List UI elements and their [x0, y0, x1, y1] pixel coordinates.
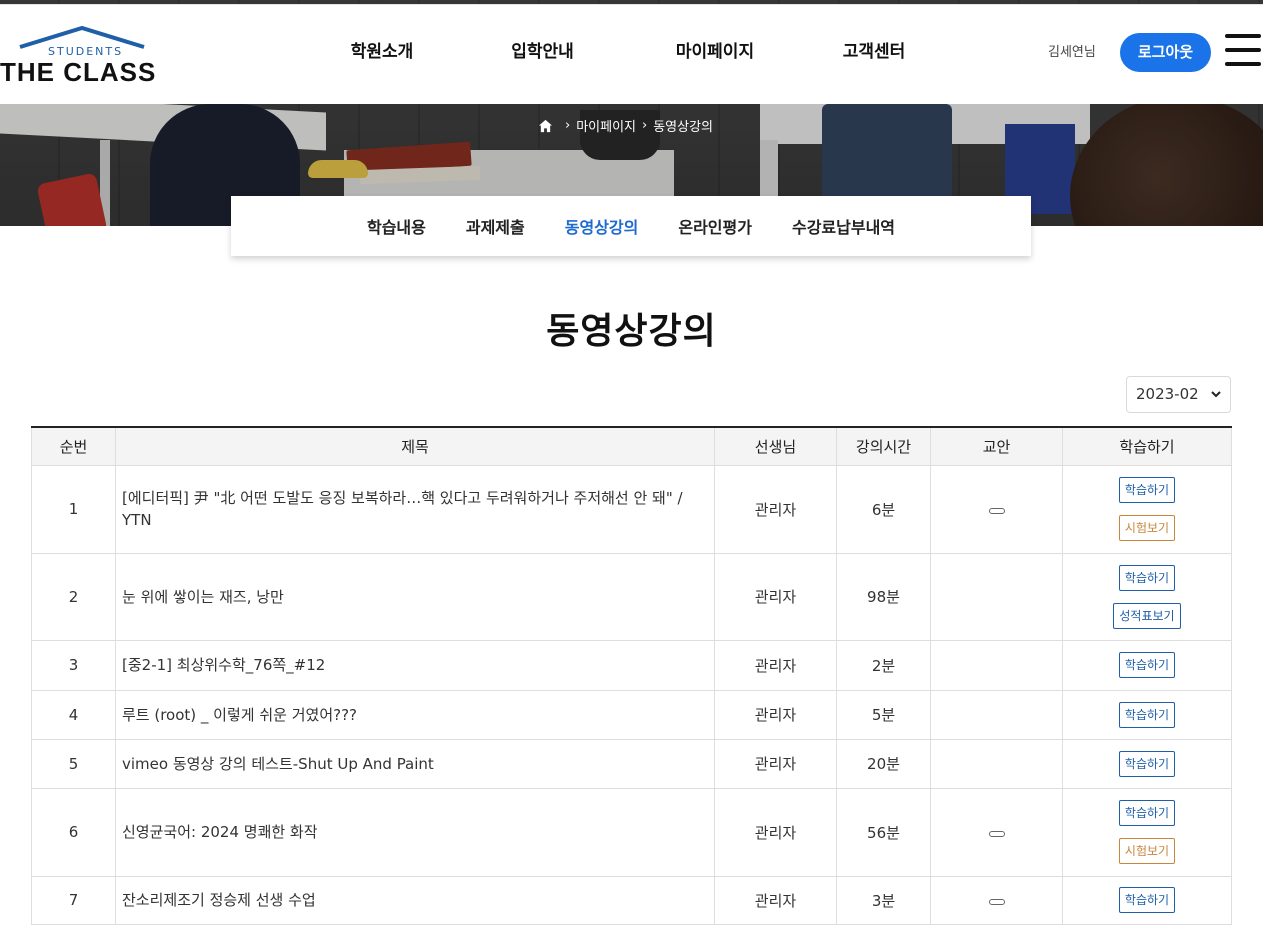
study-button[interactable]: 학습하기 [1118, 750, 1176, 777]
study-button[interactable]: 학습하기 [1118, 564, 1176, 591]
logout-button[interactable]: 로그아웃 [1120, 33, 1211, 72]
row-teacher: 관리자 [714, 787, 837, 877]
lesson-plan-icon[interactable] [988, 899, 1005, 905]
nav-item-admission[interactable]: 입학안내 [464, 5, 621, 105]
col-header-no: 순번 [31, 426, 116, 466]
row-plan [930, 738, 1063, 789]
breadcrumb: › 마이페이지 › 동영상강의 [538, 116, 713, 135]
row-plan [930, 464, 1063, 554]
tab-learning-content[interactable]: 학습내용 [367, 214, 426, 238]
table-row: 1 [에디터픽] 尹 "北 어떤 도발도 응징 보복하라…핵 있다고 두려워하거나… [31, 464, 1232, 554]
row-plan [930, 787, 1063, 877]
row-no: 4 [31, 689, 116, 740]
study-button[interactable]: 학습하기 [1118, 800, 1176, 826]
col-header-plan: 교안 [930, 426, 1063, 466]
exam-button[interactable]: 시험보기 [1118, 838, 1176, 864]
row-no: 2 [31, 552, 116, 641]
row-title: [에디터픽] 尹 "北 어떤 도발도 응징 보복하라…핵 있다고 두려워하거나 … [115, 464, 715, 554]
lesson-plan-icon[interactable] [988, 508, 1005, 514]
row-actions: 학습하기 [1062, 875, 1232, 925]
tab-assignment[interactable]: 과제제출 [466, 214, 525, 238]
row-no: 3 [31, 639, 116, 691]
breadcrumb-item-mypage[interactable]: 마이페이지 [576, 116, 636, 135]
page-title-wrap: 동영상강의 [0, 302, 1263, 354]
breadcrumb-item-current[interactable]: 동영상강의 [653, 116, 713, 135]
row-plan [930, 639, 1063, 691]
table-row: 2눈 위에 쌓이는 재즈, 낭만 관리자 98분 학습하기성적표보기 [31, 552, 1232, 641]
table-row: 6 신영균국어: 2024 명쾌한 화작 관리자 56분 학습하기시험보기 [31, 787, 1232, 877]
username: 김세연님 [1048, 45, 1096, 60]
site-header: STUDENTS THE CLASS 학원소개 입학안내 마이페이지 고객센터 … [0, 4, 1263, 104]
table-row: 4 루트 (root) _ 이렇게 쉬운 거였어??? 관리자 5분 학습하기 [31, 689, 1232, 740]
row-time: 6분 [836, 464, 931, 554]
row-time: 20분 [836, 738, 931, 789]
row-actions: 학습하기성적표보기 [1062, 552, 1232, 641]
month-select-value: 2023-02 [1136, 385, 1199, 403]
menu-icon[interactable] [1225, 34, 1261, 66]
row-time: 98분 [836, 552, 931, 641]
col-header-title: 제목 [115, 426, 715, 466]
site-logo[interactable]: STUDENTS THE CLASS [0, 23, 170, 93]
row-teacher: 관리자 [714, 689, 837, 740]
row-teacher: 관리자 [714, 738, 837, 789]
study-button[interactable]: 학습하기 [1118, 887, 1176, 913]
row-actions: 학습하기시험보기 [1062, 464, 1232, 554]
row-title: 신영균국어: 2024 명쾌한 화작 [115, 787, 715, 877]
page-title: 동영상강의 [546, 302, 717, 354]
row-plan [930, 689, 1063, 740]
row-time: 2분 [836, 639, 931, 691]
nav-item-mypage[interactable]: 마이페이지 [621, 5, 809, 105]
row-teacher: 관리자 [714, 464, 837, 554]
row-actions: 학습하기 [1062, 689, 1232, 740]
main-nav: 학원소개 입학안내 마이페이지 고객센터 [300, 5, 939, 105]
chevron-right-icon: › [642, 118, 648, 133]
row-plan [930, 875, 1063, 925]
logo-brand: THE CLASS [0, 57, 157, 87]
table-header-row: 순번 제목 선생님 강의시간 교안 학습하기 [31, 426, 1232, 466]
tab-payment-history[interactable]: 수강료납부내역 [792, 214, 895, 238]
row-title: 눈 위에 쌓이는 재즈, 낭만 [115, 552, 715, 641]
row-no: 6 [31, 787, 116, 877]
month-select[interactable]: 2023-02 [1126, 376, 1231, 413]
nav-item-support[interactable]: 고객센터 [809, 5, 939, 105]
exam-button[interactable]: 시험보기 [1118, 515, 1176, 541]
row-title: 루트 (root) _ 이렇게 쉬운 거였어??? [115, 689, 715, 740]
row-plan [930, 552, 1063, 641]
row-title: [중2-1] 최상위수학_76쪽_#12 [115, 639, 715, 691]
row-time: 3분 [836, 875, 931, 925]
col-header-study: 학습하기 [1062, 426, 1232, 466]
nav-item-about[interactable]: 학원소개 [300, 5, 464, 105]
row-actions: 학습하기 [1062, 738, 1232, 789]
chevron-right-icon: › [565, 118, 571, 133]
row-time: 5분 [836, 689, 931, 740]
study-button[interactable]: 학습하기 [1118, 652, 1176, 678]
col-header-teacher: 선생님 [714, 426, 837, 466]
study-button[interactable]: 학습하기 [1118, 477, 1176, 503]
row-title: vimeo 동영상 강의 테스트-Shut Up And Paint [115, 738, 715, 789]
table-row: 7 잔소리제조기 정승제 선생 수업 관리자 3분 학습하기 [31, 875, 1232, 925]
row-title: 잔소리제조기 정승제 선생 수업 [115, 875, 715, 925]
report-card-button[interactable]: 성적표보기 [1113, 602, 1181, 629]
row-time: 56분 [836, 787, 931, 877]
row-teacher: 관리자 [714, 639, 837, 691]
table-row: 3 [중2-1] 최상위수학_76쪽_#12 관리자 2분 학습하기 [31, 639, 1232, 691]
row-no: 1 [31, 464, 116, 554]
study-button[interactable]: 학습하기 [1118, 701, 1176, 728]
tab-online-test[interactable]: 온라인평가 [678, 214, 752, 238]
home-icon[interactable] [538, 119, 553, 133]
chevron-down-icon [1211, 391, 1221, 398]
lecture-table: 순번 제목 선생님 강의시간 교안 학습하기 1 [에디터픽] 尹 "北 어떤 도… [31, 426, 1232, 925]
row-actions: 학습하기시험보기 [1062, 787, 1232, 877]
tab-video-lecture[interactable]: 동영상강의 [565, 214, 639, 238]
row-teacher: 관리자 [714, 875, 837, 925]
sub-tabs: 학습내용 과제제출 동영상강의 온라인평가 수강료납부내역 [231, 196, 1031, 256]
table-row: 5 vimeo 동영상 강의 테스트-Shut Up And Paint 관리자 20… [31, 738, 1232, 789]
row-no: 5 [31, 738, 116, 789]
lesson-plan-icon[interactable] [988, 831, 1005, 837]
col-header-time: 강의시간 [836, 426, 931, 466]
row-no: 7 [31, 875, 116, 925]
row-actions: 학습하기 [1062, 639, 1232, 691]
row-teacher: 관리자 [714, 552, 837, 641]
